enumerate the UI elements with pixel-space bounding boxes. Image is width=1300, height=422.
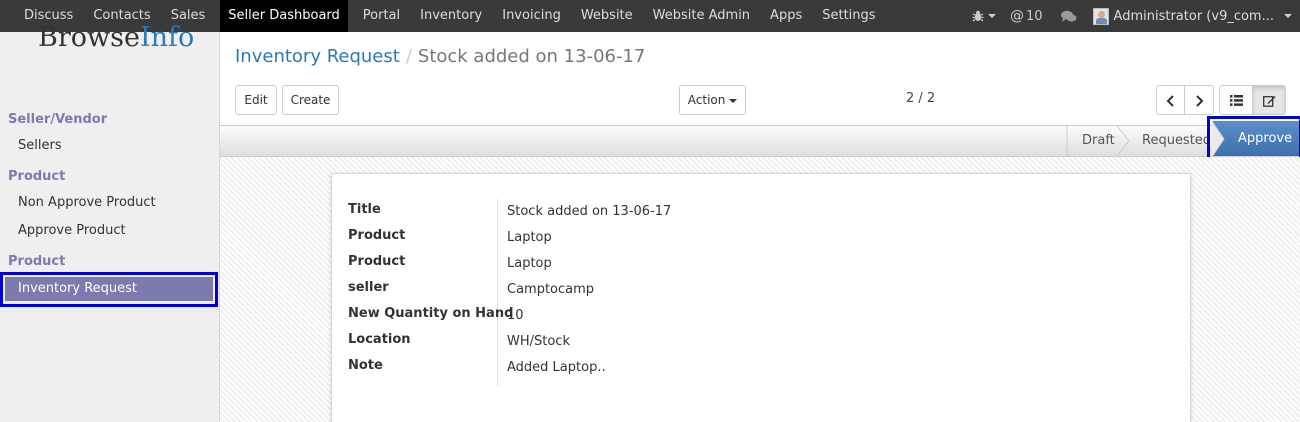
comments-icon bbox=[1060, 10, 1077, 22]
form-view-button[interactable] bbox=[1252, 85, 1286, 115]
create-button[interactable]: Create bbox=[282, 85, 339, 115]
field-value-seller[interactable]: Camptocamp bbox=[507, 282, 594, 297]
sidebar-section-product-2: Product bbox=[8, 254, 66, 269]
avatar bbox=[1092, 7, 1109, 25]
bug-icon bbox=[972, 10, 984, 22]
action-dropdown[interactable]: Action bbox=[679, 85, 746, 115]
sidebar-item-sellers[interactable]: Sellers bbox=[18, 138, 62, 153]
field-value-new-quantity: 10 bbox=[507, 308, 524, 323]
field-label-title: Title bbox=[348, 202, 381, 217]
field-value-title: Stock added on 13-06-17 bbox=[507, 204, 672, 219]
menu-invoicing[interactable]: Invoicing bbox=[492, 0, 571, 32]
field-label-product-2: Product bbox=[348, 254, 406, 269]
sidebar-item-non-approve-product[interactable]: Non Approve Product bbox=[18, 195, 156, 210]
menu-apps[interactable]: Apps bbox=[760, 0, 812, 32]
list-icon bbox=[1229, 95, 1243, 106]
field-label-new-quantity: New Quantity on Hand bbox=[348, 306, 514, 321]
user-menu[interactable]: Administrator (v9_com... bbox=[1092, 0, 1300, 32]
menu-website-admin[interactable]: Website Admin bbox=[643, 0, 760, 32]
breadcrumb: Inventory Request / Stock added on 13-06-1… bbox=[235, 46, 645, 67]
debug-menu[interactable] bbox=[968, 0, 1000, 32]
user-name: Administrator (v9_com... bbox=[1113, 8, 1274, 24]
field-label-seller: seller bbox=[348, 280, 389, 295]
stage-dividers bbox=[1066, 126, 1130, 156]
field-label-location: Location bbox=[348, 332, 411, 347]
sidebar-item-label: Inventory Request bbox=[18, 281, 138, 296]
systray: @ 10 Administrator (v9_com... bbox=[968, 0, 1300, 32]
edit-icon bbox=[1262, 96, 1275, 107]
form-column-divider bbox=[497, 199, 498, 386]
messages-counter[interactable]: @ 10 bbox=[1010, 0, 1043, 32]
stage-draft[interactable]: Draft bbox=[1082, 126, 1115, 156]
sidebar-item-approve-product[interactable]: Approve Product bbox=[18, 223, 126, 238]
chevron-left-icon bbox=[1166, 95, 1174, 107]
menu-seller-dashboard[interactable]: Seller Dashboard bbox=[220, 0, 348, 32]
top-navbar: Discuss Contacts Sales Seller Dashboard … bbox=[0, 0, 1300, 32]
menu-portal[interactable]: Portal bbox=[353, 0, 410, 32]
control-panel: Inventory Request / Stock added on 13-06-1… bbox=[220, 32, 1300, 125]
logo-accent-text: Info bbox=[139, 22, 195, 53]
stage-requested[interactable]: Requested bbox=[1142, 126, 1211, 156]
form-sheet bbox=[331, 173, 1191, 422]
statusbar: Draft Requested bbox=[220, 125, 1300, 157]
pager-next-button[interactable] bbox=[1184, 85, 1214, 115]
stage-arrow bbox=[1212, 121, 1225, 157]
company-logo[interactable]: BrowseInfo bbox=[38, 22, 194, 53]
list-view-button[interactable] bbox=[1219, 85, 1253, 115]
sidebar-section-product: Product bbox=[8, 169, 66, 184]
at-icon: @ bbox=[1010, 8, 1024, 24]
breadcrumb-separator: / bbox=[405, 46, 412, 67]
sidebar-item-inventory-request[interactable]: Inventory Request bbox=[0, 272, 218, 307]
field-value-note: Added Laptop.. bbox=[507, 360, 606, 375]
field-value-location[interactable]: WH/Stock bbox=[507, 334, 570, 349]
chevron-down-icon bbox=[988, 14, 996, 18]
field-value-product[interactable]: Laptop bbox=[507, 230, 552, 245]
message-count: 10 bbox=[1026, 8, 1043, 24]
chevron-right-icon bbox=[1196, 95, 1204, 107]
chevron-down-icon bbox=[729, 98, 738, 103]
chat-button[interactable] bbox=[1060, 0, 1077, 32]
logo-text: Browse bbox=[38, 22, 140, 53]
field-value-product-2[interactable]: Laptop bbox=[507, 256, 552, 271]
action-label: Action bbox=[687, 93, 726, 107]
field-label-product: Product bbox=[348, 228, 406, 243]
menu-website[interactable]: Website bbox=[571, 0, 643, 32]
menu-settings[interactable]: Settings bbox=[812, 0, 885, 32]
chevron-down-icon bbox=[1284, 14, 1292, 18]
pager-value[interactable]: 2 / 2 bbox=[906, 91, 935, 106]
breadcrumb-parent[interactable]: Inventory Request bbox=[235, 46, 400, 67]
breadcrumb-current: Stock added on 13-06-17 bbox=[417, 46, 646, 67]
pager-previous-button[interactable] bbox=[1156, 85, 1185, 115]
edit-button[interactable]: Edit bbox=[235, 85, 277, 115]
approve-button[interactable]: Approve bbox=[1207, 116, 1300, 161]
field-label-note: Note bbox=[348, 358, 383, 373]
sidebar-section-seller-vendor: Seller/Vendor bbox=[8, 112, 108, 127]
menu-inventory[interactable]: Inventory bbox=[410, 0, 492, 32]
